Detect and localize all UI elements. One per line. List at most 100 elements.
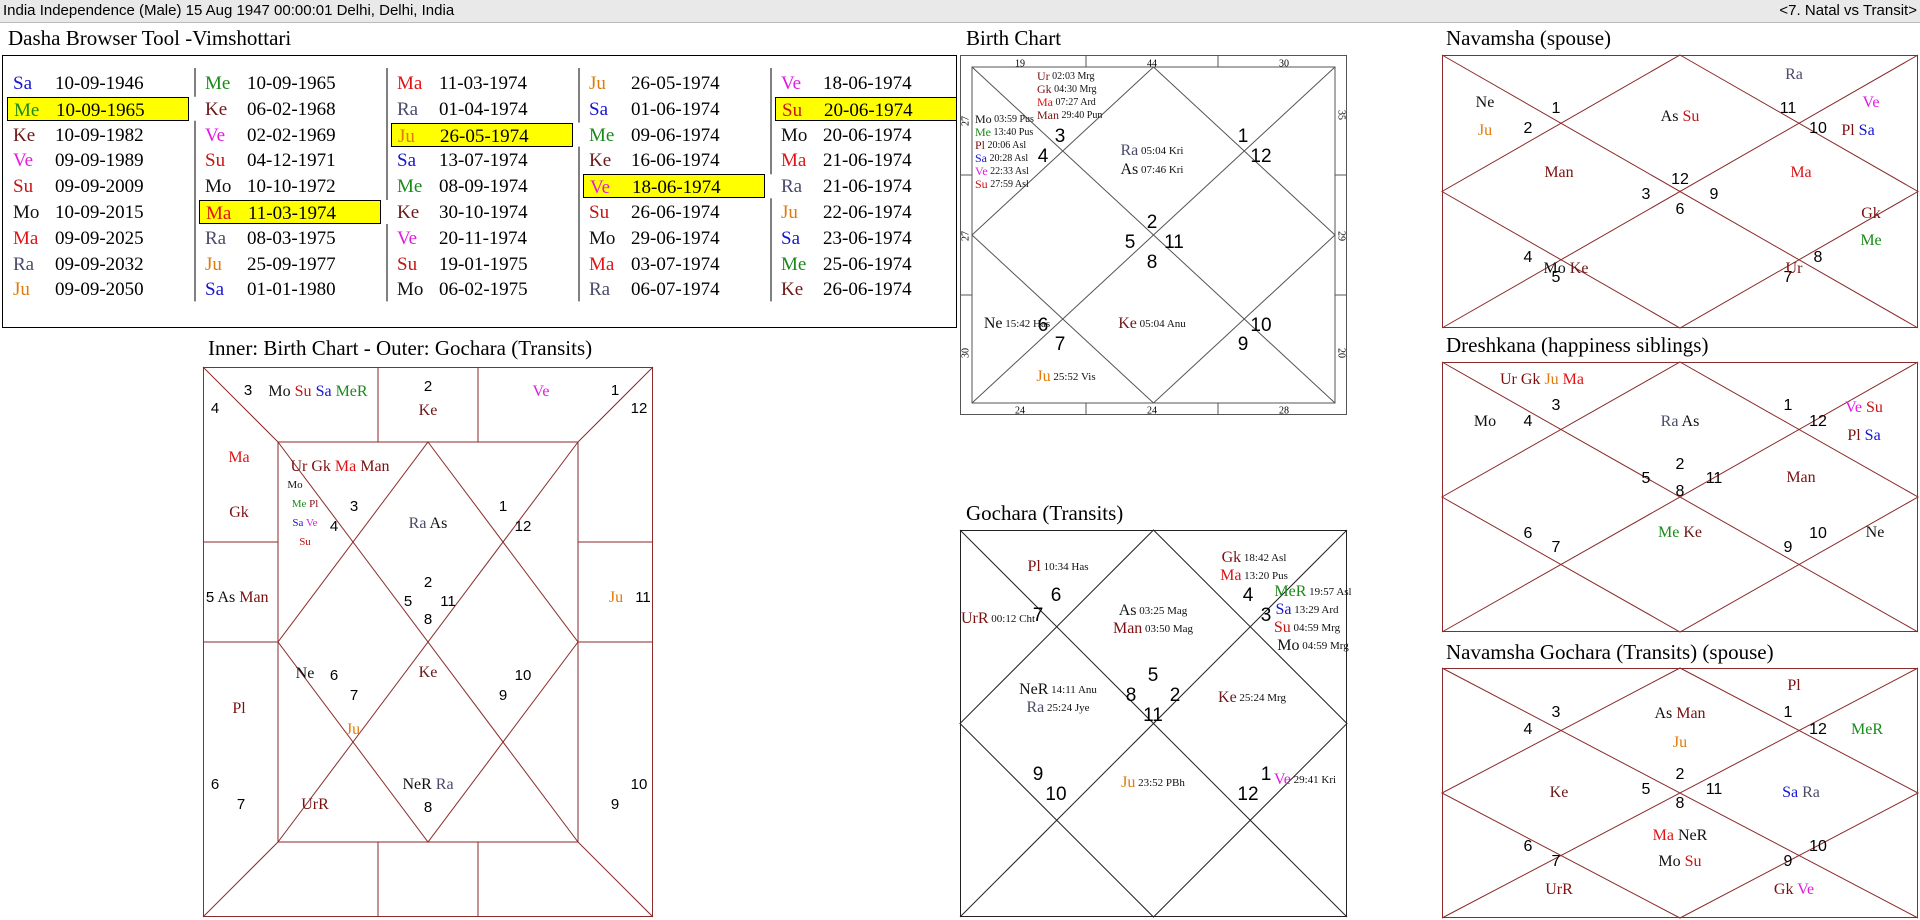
planet-label: Ju (1673, 734, 1687, 751)
planet-label: Ne (1476, 94, 1495, 111)
dasha-row[interactable]: Sa 01-06-1974 (583, 97, 765, 121)
dasha-row[interactable]: Ra 06-07-1974 (583, 277, 765, 301)
dasha-row[interactable]: Ra 01-04-1974 (391, 97, 573, 121)
dasha-row[interactable]: Ju 09-09-2050 (7, 277, 189, 301)
planet-degree: 03:59 Pus (992, 114, 1034, 125)
dasha-row[interactable]: Mo 29-06-1974 (583, 226, 765, 250)
house-number: 11 (1706, 781, 1723, 798)
planet-label: Ma (1790, 164, 1811, 181)
dasha-row[interactable]: Ra 21-06-1974 (775, 174, 957, 198)
dasha-row[interactable]: Ma 11-03-1974 (391, 71, 573, 95)
planet-label: Mo 03:59 Pus (975, 112, 1034, 126)
dasha-row[interactable]: Ke 16-06-1974 (583, 148, 765, 172)
dasha-row[interactable]: Ma 21-06-1974 (775, 148, 957, 172)
house-number: 11 (1143, 705, 1163, 726)
dasha-row[interactable]: Su 19-01-1975 (391, 252, 573, 276)
dasha-planet: Su (397, 253, 418, 275)
dasha-date: 26-05-1974 (631, 73, 720, 94)
dasha-row[interactable]: Me 25-06-1974 (775, 252, 957, 276)
dasha-row[interactable]: Su 26-06-1974 (583, 200, 765, 224)
degree-tick: 24 (1147, 405, 1157, 416)
degree-tick: 19 (1015, 58, 1025, 69)
house-number: 2 (424, 378, 432, 395)
dasha-row[interactable]: Ve 09-09-1989 (7, 148, 189, 172)
planet-label: As 07:46 Kri (1120, 161, 1183, 178)
planet-label: MeR (1851, 721, 1883, 738)
dasha-date: 29-06-1974 (631, 227, 720, 249)
dasha-planet: Mo (205, 176, 232, 198)
chart-line (202, 841, 279, 918)
planet-su: Su (1678, 108, 1699, 125)
house-number: 7 (1552, 853, 1561, 870)
degree-tick: 24 (1015, 405, 1025, 416)
dasha-row-selected[interactable]: Su 20-06-1974 (775, 96, 957, 121)
planet-label: Ra (1785, 66, 1803, 83)
dasha-row[interactable]: Ra 09-09-2032 (7, 252, 189, 276)
dasha-row[interactable]: Ve 02-02-1969 (199, 123, 381, 147)
house-number: 3 (1261, 605, 1272, 626)
planet-degree: 00:12 Cht (989, 613, 1035, 625)
dasha-date: 02-02-1969 (247, 124, 336, 146)
dasha-row-selected[interactable]: Me 10-09-1965 (7, 96, 189, 121)
dasha-row[interactable]: Ju 22-06-1974 (775, 200, 957, 224)
dasha-row-selected[interactable]: Ju 26-05-1974 (391, 122, 573, 147)
planet-urr: UrR (961, 610, 989, 627)
dasha-date: 22-06-1974 (823, 202, 912, 223)
house-number: 7 (1055, 334, 1066, 355)
planet-degree: 03:25 Mag (1137, 605, 1188, 617)
chart-nav-button[interactable]: <7. Natal vs Transit> (1779, 2, 1917, 19)
planet-label: Ke (419, 664, 438, 681)
dasha-row[interactable]: Ve 20-11-1974 (391, 226, 573, 250)
planet-mo: Mo (1544, 260, 1566, 277)
planet-label: Ju (346, 721, 360, 738)
dasha-planet: Ra (13, 253, 35, 275)
dasha-row[interactable]: Mo 10-10-1972 (199, 174, 381, 198)
dasha-row[interactable]: Su 09-09-2009 (7, 174, 189, 198)
planet-su: Su (1862, 399, 1883, 416)
planet-me: Me (1860, 232, 1881, 249)
dasha-row[interactable]: Ke 30-10-1974 (391, 200, 573, 224)
dasha-planet: Me (205, 73, 231, 94)
dasha-row[interactable]: Ju 26-05-1974 (583, 71, 765, 95)
dasha-row[interactable]: Sa 10-09-1946 (7, 71, 189, 95)
dasha-row-selected[interactable]: Ve 18-06-1974 (583, 174, 765, 199)
dasha-row[interactable]: Sa 23-06-1974 (775, 226, 957, 250)
planet-degree: 25:24 Jye (1044, 702, 1089, 714)
planet-as: As (1119, 602, 1137, 619)
dasha-row[interactable]: Ra 08-03-1975 (199, 226, 381, 250)
planet-su: Su (1681, 853, 1702, 870)
dasha-row[interactable]: Ma 09-09-2025 (7, 226, 189, 250)
dasha-row[interactable]: Mo 10-09-2015 (7, 200, 189, 224)
planet-gk: Gk (1037, 82, 1052, 96)
house-number: 1 (499, 498, 507, 515)
dasha-row[interactable]: Ve 18-06-1974 (775, 71, 957, 95)
dasha-row[interactable]: Mo 06-02-1975 (391, 277, 573, 301)
planet-label: Mo Su (1658, 853, 1701, 870)
planet-ur: Ur (1500, 371, 1518, 388)
planet-gk: Gk (1861, 205, 1881, 222)
dasha-planet: Ju (398, 125, 415, 147)
house-number: 7 (350, 687, 358, 704)
dasha-row[interactable]: Sa 13-07-1974 (391, 148, 573, 172)
planet-ke: Ke (1550, 784, 1569, 801)
dasha-row[interactable]: Su 04-12-1971 (199, 148, 381, 172)
dasha-row[interactable]: Ke 06-02-1968 (199, 97, 381, 121)
dasha-row[interactable]: Ke 26-06-1974 (775, 277, 957, 301)
dasha-row[interactable]: Me 10-09-1965 (199, 71, 381, 95)
inner-outer-chart: 34Mo Su Sa MeR 2KeVe 112MaGkAs Man5 Ju 11Pl6… (202, 366, 654, 918)
dasha-row-selected[interactable]: Ma 11-03-1974 (199, 200, 381, 224)
dasha-row[interactable]: Ju 25-09-1977 (199, 252, 381, 276)
planet-urr: UrR (1545, 881, 1573, 898)
planet-mo: Mo (287, 479, 303, 491)
dasha-row[interactable]: Ma 03-07-1974 (583, 252, 765, 276)
house-number: 10 (515, 667, 532, 684)
dasha-row[interactable]: Sa 01-01-1980 (199, 277, 381, 301)
dasha-date: 10-09-1946 (55, 73, 144, 94)
dasha-row[interactable]: Me 08-09-1974 (391, 174, 573, 198)
dasha-planet: Sa (589, 98, 608, 120)
dasha-row[interactable]: Ke 10-09-1982 (7, 123, 189, 147)
planet-ke: Ke (1566, 260, 1589, 277)
dasha-row[interactable]: Mo 20-06-1974 (775, 123, 957, 147)
dasha-planet: Ju (589, 73, 606, 94)
dasha-row[interactable]: Me 09-06-1974 (583, 123, 765, 147)
